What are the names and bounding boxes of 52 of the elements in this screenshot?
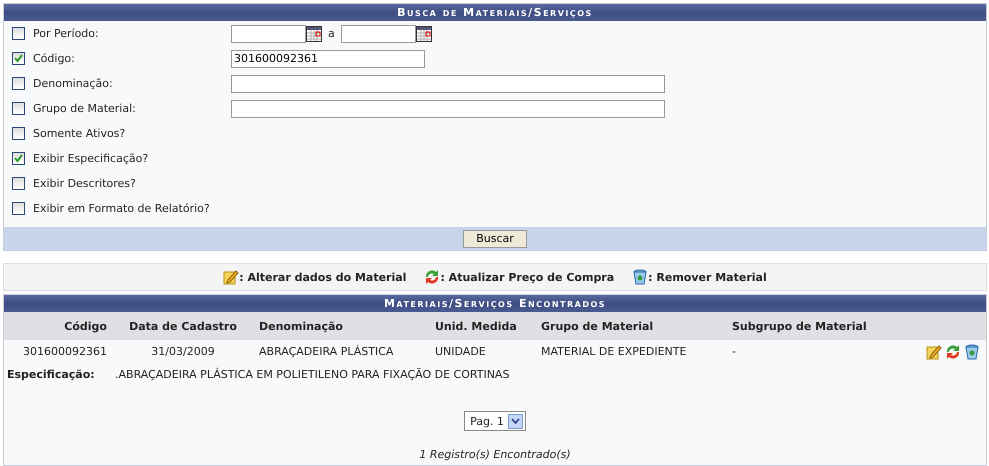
table-cell: 301600092361 xyxy=(4,340,115,363)
field-label: Exibir em Formato de Relatório? xyxy=(32,202,211,215)
checkbox[interactable] xyxy=(12,177,25,190)
table-cell: ABRAÇADEIRA PLÁSTICA xyxy=(251,340,427,363)
edit-note-icon[interactable] xyxy=(926,344,942,360)
field-label: Código: xyxy=(32,52,76,65)
calendar-icon[interactable] xyxy=(416,26,432,42)
record-count: 1 Registro(s) Encontrado(s) xyxy=(418,448,572,461)
trash-icon[interactable] xyxy=(964,344,980,360)
text-field[interactable] xyxy=(231,100,665,118)
column-header: Data de Cadastro xyxy=(115,312,251,340)
checkbox[interactable] xyxy=(12,27,25,40)
panel-title: Materiais/Serviços Encontrados xyxy=(4,295,986,312)
column-header: Código xyxy=(4,312,115,340)
refresh-icon[interactable] xyxy=(424,269,440,285)
checkbox[interactable] xyxy=(12,102,25,115)
field-label: Exibir Descritores? xyxy=(32,177,137,190)
table-cell: 31/03/2009 xyxy=(115,340,251,363)
checkbox[interactable] xyxy=(12,152,25,165)
column-header: Subgrupo de Material xyxy=(724,312,890,340)
search-button[interactable]: Buscar xyxy=(463,230,527,248)
field-label: Grupo de Material: xyxy=(32,102,137,115)
legend-text: : Atualizar Preço de Compra xyxy=(440,270,614,284)
checkbox[interactable] xyxy=(12,127,25,140)
checkbox[interactable] xyxy=(12,77,25,90)
text-field[interactable] xyxy=(231,74,665,92)
table-cell: UNIDADE xyxy=(427,340,533,363)
field-label: Exibir Especificação? xyxy=(32,152,150,165)
legend-text: : Remover Material xyxy=(648,270,767,284)
table-cell: MATERIAL DE EXPEDIENTE xyxy=(533,340,724,363)
column-header: Unid. Medida xyxy=(427,312,533,340)
table-cell: - xyxy=(724,340,890,363)
page-select[interactable]: Pag. 1 xyxy=(464,411,526,431)
text-field[interactable]: 301600092361 xyxy=(231,50,425,68)
edit-note-icon[interactable] xyxy=(223,269,240,285)
date-field[interactable] xyxy=(231,24,306,42)
checkbox[interactable] xyxy=(12,202,25,215)
trash-icon[interactable] xyxy=(632,269,648,285)
field-label: Denominação: xyxy=(32,77,114,90)
date-field[interactable] xyxy=(340,24,416,42)
spec-text: .ABRAÇADEIRA PLÁSTICA EM POLIETILENO PARA FIXAÇÃO DE CORTINAS xyxy=(115,366,510,383)
panel-title: Busca de Materiais/Serviços xyxy=(4,4,986,21)
column-header: Grupo de Material xyxy=(533,312,724,340)
column-header: Denominação xyxy=(251,312,427,340)
refresh-icon[interactable] xyxy=(945,344,961,360)
range-separator: a xyxy=(328,27,335,40)
spec-label: Especificação: xyxy=(6,367,96,383)
checkbox[interactable] xyxy=(12,52,25,65)
legend-text: : Alterar dados do Material xyxy=(239,270,406,284)
calendar-icon[interactable] xyxy=(306,26,322,42)
field-label: Somente Ativos? xyxy=(32,127,126,140)
field-label: Por Período: xyxy=(32,27,100,40)
